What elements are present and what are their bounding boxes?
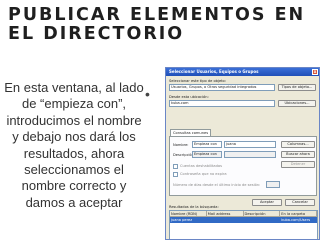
table-cell: juana perez [171, 218, 193, 222]
disabled-accounts-label: Cuentas deshabilitadas [180, 164, 222, 168]
object-type-field[interactable]: Usuarios, Grupos, o Otros seguridad inte… [169, 84, 275, 91]
table-cell [207, 217, 244, 223]
object-type-label: Seleccionar este tipo de objeto: [169, 79, 226, 83]
ok-button[interactable]: Aceptar [252, 199, 282, 206]
slide-title: PUBLICAR ELEMENTOS EN EL DIRECTORIO [8, 5, 306, 44]
disabled-accounts-checkbox[interactable] [173, 164, 178, 169]
object-types-button[interactable]: Tipos de objeto... [278, 84, 316, 91]
results-table: Nombre (RDN) Mail address Descripción En… [169, 210, 318, 239]
column-header[interactable]: Nombre (RDN) [170, 211, 207, 216]
columns-button[interactable]: Columnas... [281, 141, 315, 148]
slide-body-text: En esta ventana, al lado de “empieza con… [4, 80, 144, 210]
dialog-title: Seleccionar Usuarios, Equipos o Grupos [169, 69, 259, 74]
close-icon[interactable]: x [312, 69, 318, 75]
table-cell: kuba.com/Users [281, 218, 311, 222]
name-input[interactable]: juana [224, 141, 276, 148]
search-now-button[interactable]: Buscar ahora [281, 151, 315, 158]
stop-button[interactable]: Detener [281, 161, 315, 168]
select-users-dialog: Seleccionar Usuarios, Equipos o Grupos x… [165, 67, 320, 240]
tab-common-queries[interactable]: Consultas comunes [170, 129, 212, 136]
description-input[interactable] [224, 151, 276, 158]
dialog-titlebar: Seleccionar Usuarios, Equipos o Grupos x [166, 68, 319, 76]
name-label: Nombre: [173, 143, 189, 147]
location-label: Desde esta ubicación: [169, 95, 209, 99]
common-queries-panel: Nombre: Empieza con juana Columnas... De… [169, 136, 317, 196]
table-cell [244, 217, 281, 223]
cancel-button[interactable]: Cancelar [285, 199, 315, 206]
bullet-icon: • [145, 86, 150, 102]
location-field[interactable]: kuba.com [169, 100, 275, 107]
description-mode-select[interactable]: Empieza con [192, 151, 222, 158]
name-mode-select[interactable]: Empieza con [192, 141, 222, 148]
column-header[interactable]: Mail address [207, 211, 244, 216]
days-since-logon-label: Número de días desde el último inicio de… [173, 183, 261, 187]
days-since-logon-select[interactable] [266, 181, 280, 188]
table-row[interactable]: juana perez kuba.com/Users [170, 217, 317, 223]
no-expire-password-label: Contraseña que no expira [180, 172, 227, 176]
column-header[interactable]: En la carpeta [280, 211, 317, 216]
results-label: Resultados de la búsqueda: [169, 205, 219, 209]
locations-button[interactable]: Ubicaciones... [278, 100, 316, 107]
no-expire-password-checkbox[interactable] [173, 172, 178, 177]
column-header[interactable]: Descripción [244, 211, 281, 216]
